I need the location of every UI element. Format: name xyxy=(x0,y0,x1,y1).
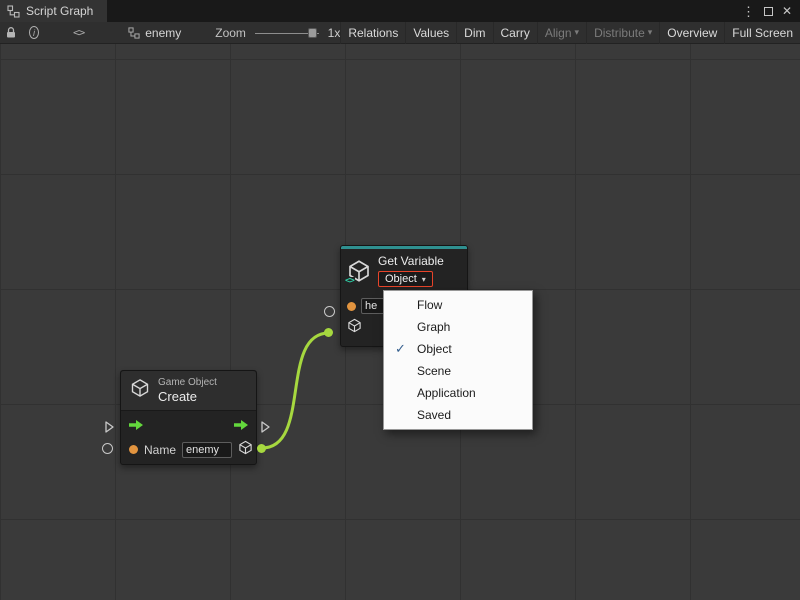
node-title: Create xyxy=(158,389,217,404)
graph-toolbar: i <> enemy Zoom 1x Relations Values Dim … xyxy=(0,22,800,44)
relations-button[interactable]: Relations xyxy=(340,22,405,44)
name-input-row: Name xyxy=(129,441,248,458)
flow-out-arrow-icon[interactable] xyxy=(234,417,248,435)
zoom-slider-handle[interactable] xyxy=(308,28,317,38)
flow-ports-row xyxy=(129,420,248,432)
flow-in-arrow-icon[interactable] xyxy=(129,417,143,435)
align-button[interactable]: Align▾ xyxy=(537,22,586,44)
values-button[interactable]: Values xyxy=(405,22,456,44)
dim-button[interactable]: Dim xyxy=(456,22,492,44)
create-flow-out-port[interactable] xyxy=(261,420,270,438)
overview-button[interactable]: Overview xyxy=(659,22,724,44)
maximize-button[interactable] xyxy=(764,7,773,16)
get-variable-name-port[interactable] xyxy=(324,306,335,317)
menu-item-scene[interactable]: Scene xyxy=(384,360,532,382)
create-flow-in-port[interactable] xyxy=(105,420,114,438)
chevron-down-icon: ▾ xyxy=(422,275,426,284)
carry-button[interactable]: Carry xyxy=(493,22,537,44)
create-name-field[interactable] xyxy=(182,442,232,458)
menu-item-saved[interactable]: Saved xyxy=(384,404,532,426)
chevron-down-icon: ▾ xyxy=(575,27,580,38)
gameobject-cube-icon[interactable] xyxy=(347,318,362,338)
node-type-label: Game Object xyxy=(158,377,217,388)
chevron-down-icon: ▾ xyxy=(648,27,653,38)
lock-icon[interactable] xyxy=(5,26,17,39)
name-port-label: Name xyxy=(144,443,176,457)
code-view-icon[interactable]: <> xyxy=(73,26,84,39)
gameobject-output-cube-icon[interactable] xyxy=(238,440,253,460)
get-variable-source-port[interactable] xyxy=(324,328,333,337)
window-controls: ⋮ ✕ xyxy=(742,0,800,22)
menu-item-object[interactable]: ✓ Object xyxy=(384,338,532,360)
variable-scope-dropdown[interactable]: Object ▾ xyxy=(378,271,433,287)
create-name-port[interactable] xyxy=(102,443,113,454)
close-button[interactable]: ✕ xyxy=(782,5,792,17)
checkmark-icon: ✓ xyxy=(395,341,406,357)
toolbar-buttons: Relations Values Dim Carry Align▾ Distri… xyxy=(340,22,800,44)
graph-asset-icon xyxy=(128,27,140,39)
menu-item-application[interactable]: Application xyxy=(384,382,532,404)
script-graph-window: Script Graph ⋮ ✕ i <> enemy Zoom xyxy=(0,0,800,600)
string-port-dot[interactable] xyxy=(129,445,138,454)
titlebar: Script Graph ⋮ ✕ xyxy=(0,0,800,22)
create-output-port[interactable] xyxy=(257,444,266,453)
create-node-body: Name xyxy=(121,411,256,466)
graph-breadcrumb: enemy xyxy=(128,26,181,40)
zoom-value: 1x xyxy=(328,26,341,40)
gameobject-cube-icon xyxy=(130,378,150,403)
menu-item-flow[interactable]: Flow xyxy=(384,294,532,316)
string-port-dot[interactable] xyxy=(347,302,356,311)
graph-icon xyxy=(7,5,20,18)
graph-name: enemy xyxy=(145,26,181,40)
distribute-button[interactable]: Distribute▾ xyxy=(586,22,659,44)
variable-code-icon: <> xyxy=(344,277,355,286)
info-icon[interactable]: i xyxy=(29,26,39,39)
variable-cube-icon: <> xyxy=(347,259,371,283)
zoom-label: Zoom xyxy=(215,26,246,40)
window-menu-button[interactable]: ⋮ xyxy=(742,5,755,18)
variable-scope-menu: Flow Graph ✓ Object Scene Application Sa… xyxy=(383,290,533,430)
zoom-slider[interactable] xyxy=(255,27,319,39)
fullscreen-button[interactable]: Full Screen xyxy=(724,22,800,44)
tab-title: Script Graph xyxy=(26,4,93,18)
tab-script-graph[interactable]: Script Graph xyxy=(0,0,107,22)
create-node-header: Game Object Create xyxy=(121,371,256,411)
create-node[interactable]: Game Object Create Name xyxy=(120,370,257,465)
get-variable-header: <> Get Variable Object ▾ xyxy=(341,249,467,291)
node-title: Get Variable xyxy=(378,254,444,268)
menu-item-graph[interactable]: Graph xyxy=(384,316,532,338)
graph-canvas[interactable]: <> Get Variable Object ▾ xyxy=(0,44,800,600)
